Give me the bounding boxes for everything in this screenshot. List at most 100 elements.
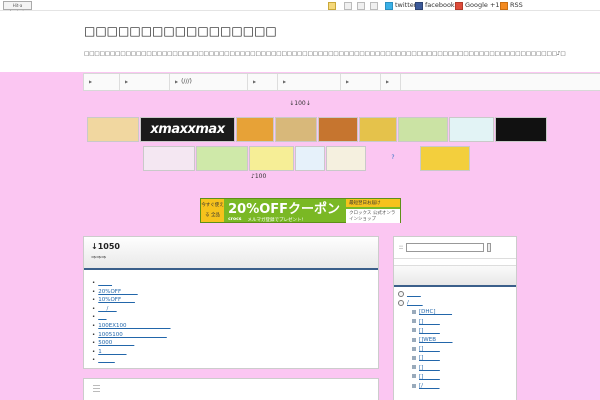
share-facebook[interactable]: facebook [415, 1, 455, 10]
post-link[interactable]: ______ [98, 357, 115, 363]
list-item: ___ [92, 313, 378, 322]
ad-banner[interactable] [398, 117, 448, 142]
bullet-icon [412, 319, 416, 324]
crocs-coupon-banner[interactable]: 今すぐ使える 全品 20%OFFクーポン crocs メルマガ登録でプレゼント!… [200, 198, 401, 223]
share-print[interactable] [370, 1, 380, 10]
post-link[interactable]: 20%OFF______ [98, 289, 137, 295]
list-item: []______ [398, 318, 512, 327]
search-label: :: [399, 244, 404, 251]
post-link[interactable]: 5000________ [98, 340, 134, 346]
ad-banner[interactable] [143, 146, 195, 171]
share-twitter[interactable]: twitter [385, 1, 416, 10]
site-title[interactable]: □□□□□□□□□□□□□□□□□ [84, 24, 277, 38]
share-label: Google +1 [465, 1, 500, 9]
blog-post: ↓1050 ⇒⇒⇒ _____20%OFF______10%OFF_______… [83, 236, 379, 369]
ad-banner[interactable] [196, 146, 248, 171]
post-link[interactable]: 1_________ [98, 349, 126, 355]
list-item: 5000________ [92, 339, 378, 348]
post-link[interactable]: ___ [98, 314, 106, 320]
nav-item-5[interactable]: ▶ [278, 74, 341, 90]
category-link[interactable]: [/______ [419, 383, 440, 389]
post-link[interactable]: ___/___ [98, 306, 116, 312]
banner-headline: 20%OFFクーポン [228, 202, 341, 217]
category-link[interactable]: _____ [407, 291, 421, 297]
ad-banner[interactable] [295, 146, 325, 171]
ad-banner[interactable] [326, 146, 366, 171]
arrow-icon: ▶ [175, 79, 179, 84]
share-pencil[interactable] [328, 1, 338, 10]
list-item: 10%OFF_____ [92, 296, 378, 305]
list-item: []______ [398, 345, 512, 354]
category-link[interactable]: []______ [419, 355, 440, 361]
category-link[interactable]: []WEB______ [419, 337, 452, 343]
bullet-icon [412, 383, 416, 388]
blog-header: □□□□□□□□□□□□□□□□□ □□□□□□□□□□□□□□□□□□□□□□… [0, 11, 600, 72]
post-link[interactable]: 1005100________________ [98, 332, 167, 338]
nav-item-2[interactable]: ▶ [120, 74, 170, 90]
ad-banner[interactable] [275, 117, 317, 142]
post-title[interactable]: ↓1050 [91, 242, 371, 251]
list-item: []WEB______ [398, 336, 512, 345]
ad-banner[interactable] [87, 117, 139, 142]
ad-banner[interactable]: ? [367, 146, 419, 171]
hit-analysis-badge[interactable]: Hit-a Analysis [3, 1, 32, 15]
nav-item-6[interactable]: ▶ [341, 74, 381, 90]
list-item: ______ [92, 356, 378, 365]
arrow-icon: ▶ [125, 79, 129, 84]
ad-banner[interactable] [495, 117, 547, 142]
nav-item-7[interactable]: ▶ [381, 74, 401, 90]
sidebar-category-list: _____ /_____ [DHC]______ []______ []______ []… [394, 287, 516, 394]
bullet-icon [412, 309, 416, 314]
category-link[interactable]: []______ [419, 346, 440, 352]
banner-delivery: 最短翌日お届け [346, 198, 400, 207]
category-link[interactable]: []______ [419, 319, 440, 325]
ad-banner[interactable] [420, 146, 470, 171]
ad-banner[interactable] [236, 117, 274, 142]
list-item: ___/___ [92, 305, 378, 314]
category-link[interactable]: []______ [419, 365, 440, 371]
nav-item-4[interactable]: ▶ [248, 74, 278, 90]
ad-banner[interactable] [359, 117, 397, 142]
circle-icon [398, 290, 404, 297]
ad-row-2: ? [143, 146, 470, 171]
list-item: [/______ [398, 382, 512, 391]
pencil-icon [328, 1, 336, 10]
bullet-icon [412, 328, 416, 333]
category-link[interactable]: []______ [419, 374, 440, 380]
arrow-icon: ▶ [386, 79, 390, 84]
ad-banner[interactable]: xmaxxmax [140, 117, 235, 142]
share-label: RSS [510, 1, 523, 9]
list-item: 20%OFF______ [92, 288, 378, 297]
ad-row-1: xmaxxmax [87, 117, 547, 142]
nav-item-1[interactable]: ▶ [84, 74, 120, 90]
category-link[interactable]: /_____ [407, 300, 423, 306]
share-google-plus[interactable]: Google +1 [455, 1, 500, 10]
ad-banner[interactable] [249, 146, 294, 171]
bullet-icon [412, 337, 416, 342]
post-link[interactable]: 100EX100________________ [98, 323, 170, 329]
search-input[interactable] [406, 243, 485, 252]
category-link[interactable]: [DHC]______ [419, 309, 452, 315]
share-rss[interactable]: RSS [500, 1, 523, 10]
search-button[interactable] [487, 243, 492, 252]
mail-icon [357, 1, 365, 10]
ad-banner[interactable] [449, 117, 494, 142]
list-item: []______ [398, 327, 512, 336]
category-link[interactable]: []______ [419, 328, 440, 334]
share-page[interactable] [344, 1, 354, 10]
ad-note-bottom: ♪100 [251, 173, 267, 180]
post-link[interactable]: 10%OFF_____ [98, 297, 135, 303]
post-link[interactable]: _____ [98, 280, 112, 286]
nav-label: (///) [181, 78, 192, 85]
sidebar-search: :: [394, 237, 516, 259]
list-item: [DHC]______ [398, 308, 512, 317]
ad-banner[interactable] [318, 117, 358, 142]
print-icon [370, 1, 378, 10]
list-item: 1_________ [92, 348, 378, 357]
list-item: []______ [398, 354, 512, 363]
facebook-icon [415, 1, 423, 10]
bullet-icon [412, 346, 416, 351]
share-mail[interactable] [357, 1, 367, 10]
list-item: 1005100________________ [92, 331, 378, 340]
nav-item-3[interactable]: ▶ (///) [170, 74, 248, 90]
